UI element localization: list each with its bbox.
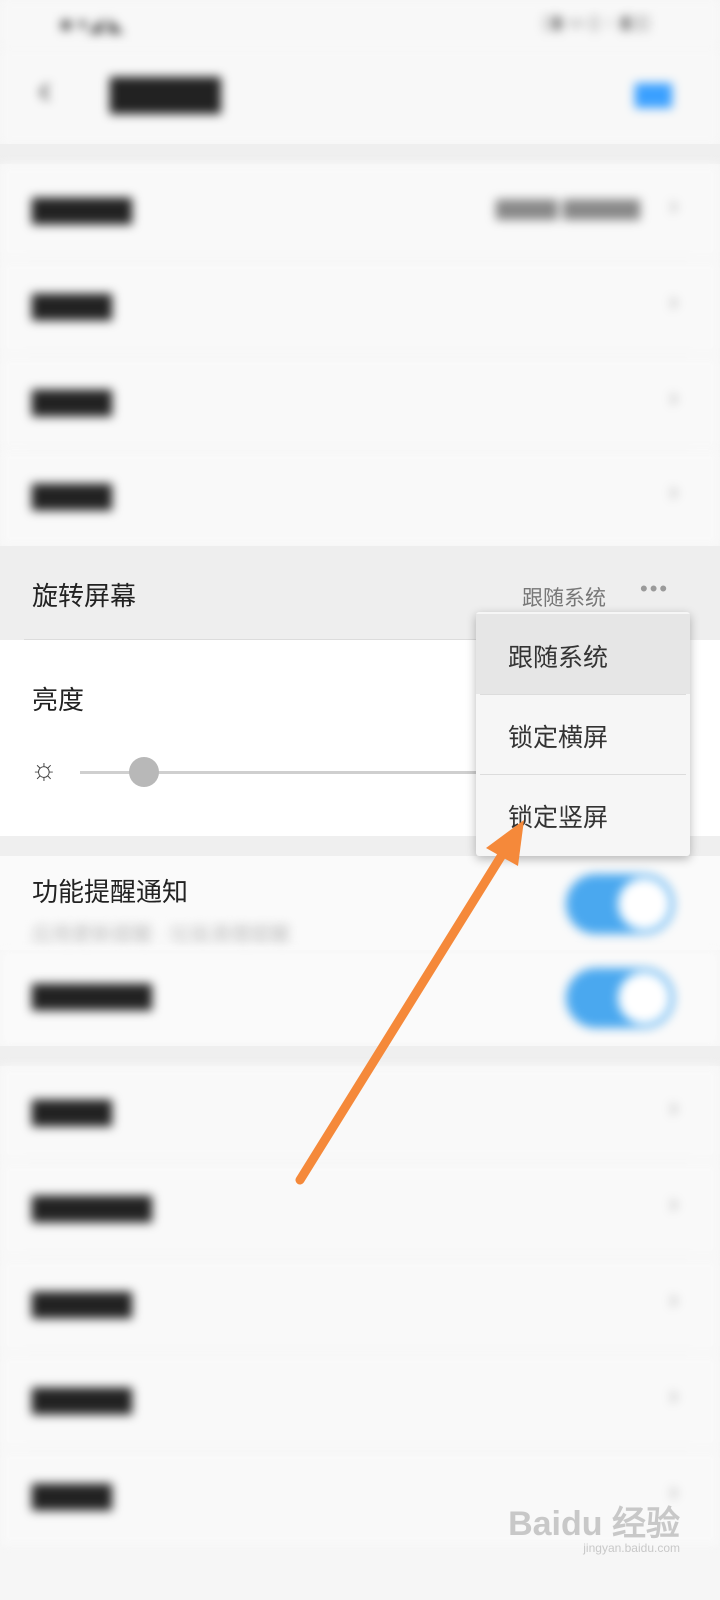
section-divider (0, 1046, 720, 1066)
chevron-right-icon: › (669, 476, 678, 506)
status-bar: ■ ▾◢ ◣ ▯▮ ▭ ▯ ◌ ▮▯▯ (0, 0, 720, 48)
settings-row-label: ▇▇▇▇▇ (32, 194, 132, 224)
brightness-slider-thumb[interactable] (129, 757, 159, 787)
rotate-screen-value: 跟随系统 (522, 587, 606, 610)
status-signal: ■ ▾◢ ◣ (60, 14, 124, 36)
chevron-right-icon: › (669, 382, 678, 412)
watermark: Baidu 经验 jingyan.baidu.com (508, 1496, 680, 1555)
notify2-toggle[interactable] (566, 968, 674, 1028)
menu-item-follow-system[interactable]: 跟随系统 (476, 614, 690, 694)
menu-item-lock-landscape[interactable]: 锁定横屏 (476, 694, 690, 774)
settings-row-label: ▇▇▇▇ (32, 480, 112, 510)
settings-row[interactable]: ▇▇▇▇ › (0, 260, 720, 356)
settings-row[interactable]: ▇▇▇▇▇▇ › (0, 1162, 720, 1258)
menu-item-label: 跟随系统 (508, 644, 609, 672)
sun-icon: ☼ (30, 753, 58, 786)
menu-item-lock-portrait[interactable]: 锁定竖屏 (476, 774, 690, 854)
status-icons: ▯▮ ▭ ▯ ◌ ▮▯▯ (542, 12, 650, 32)
settings-row[interactable]: ▇▇▇▇▇ › (0, 1354, 720, 1450)
settings-row[interactable]: ▇▇▇▇ › (0, 450, 720, 546)
settings-row-label: ▇▇▇▇▇ (32, 1384, 132, 1414)
settings-row-label: ▇▇▇▇▇ (32, 1288, 132, 1318)
rotate-options-menu: 跟随系统 锁定横屏 锁定竖屏 (476, 612, 690, 856)
settings-row[interactable]: ▇▇▇▇▇ ▇▇▇▇ ▇▇▇▇▇ › (0, 164, 720, 260)
menu-item-label: 锁定横屏 (508, 724, 609, 752)
page-title: ▇▇▇▇ (110, 72, 221, 113)
chevron-right-icon: › (669, 1380, 678, 1410)
settings-row-label: ▇▇▇▇▇▇ (32, 1192, 152, 1222)
chevron-right-icon: › (669, 1188, 678, 1218)
back-arrow-icon[interactable]: ‹ (38, 68, 51, 113)
function-notify-sub: 应用更新提醒 · 垃圾清理提醒 (32, 924, 290, 946)
chevron-right-icon: › (669, 286, 678, 316)
settings-row[interactable]: ▇▇▇▇▇ › (0, 1258, 720, 1354)
toggle-knob (618, 972, 670, 1024)
function-notify-label: 功能提醒通知 (32, 877, 189, 907)
title-bar: ‹ ▇▇▇▇ ▇▇ (0, 48, 720, 144)
settings-row-value: ▇▇▇▇ ▇▇▇▇▇ (496, 198, 640, 220)
watermark-logo: Baidu 经验 (508, 1505, 680, 1543)
settings-row[interactable]: ▇▇▇▇ › (0, 356, 720, 452)
chevron-right-icon: › (669, 1284, 678, 1314)
settings-row-label: ▇▇▇▇ (32, 290, 112, 320)
section-divider (0, 144, 720, 164)
settings-row-label: ▇▇▇▇▇▇ (32, 980, 152, 1010)
more-options-icon[interactable]: ••• (640, 576, 669, 602)
rotate-screen-label: 旋转屏幕 (32, 581, 137, 611)
settings-row-label: ▇▇▇▇ (32, 1096, 112, 1126)
header-action-button[interactable]: ▇▇ (635, 80, 672, 109)
chevron-right-icon: › (669, 190, 678, 220)
function-notify-toggle[interactable] (566, 874, 674, 934)
settings-row-label: ▇▇▇▇ (32, 386, 112, 416)
menu-item-label: 锁定竖屏 (508, 804, 609, 832)
brightness-label: 亮度 (32, 685, 85, 715)
toggle-knob (618, 878, 670, 930)
settings-row[interactable]: ▇▇▇▇ › (0, 1066, 720, 1162)
settings-row-label: ▇▇▇▇ (32, 1480, 112, 1510)
chevron-right-icon: › (669, 1092, 678, 1122)
